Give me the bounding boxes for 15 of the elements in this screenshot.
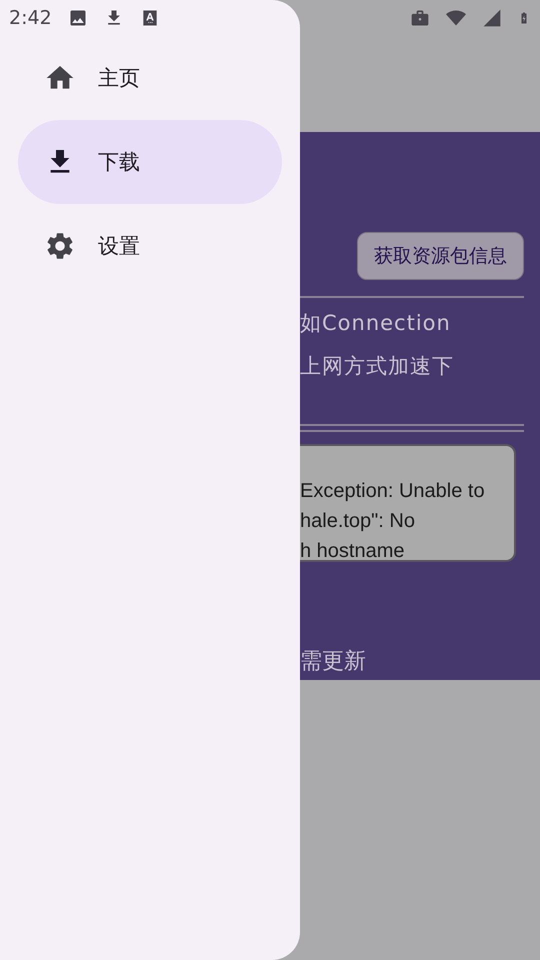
notice-text: 如Connection [300,310,452,337]
notice-text: 上网方式加速下 [300,353,455,380]
drawer-item[interactable]: 下载 [18,120,282,204]
image-icon [68,8,88,28]
status-time: 2:42 [9,7,52,29]
error-text: Exception: Unable to [300,479,486,504]
error-text: h hostname [300,539,406,564]
fetch-info-button[interactable]: 获取资源包信息 [357,232,524,280]
signal-icon [482,8,502,28]
status-text: 需更新 [300,648,367,676]
drawer-item[interactable]: 主页 [18,36,282,120]
drawer-item[interactable]: 设置 [18,204,282,288]
briefcase-icon [410,8,430,28]
wifi-icon [446,8,466,28]
error-text: hale.top": No [300,509,416,534]
